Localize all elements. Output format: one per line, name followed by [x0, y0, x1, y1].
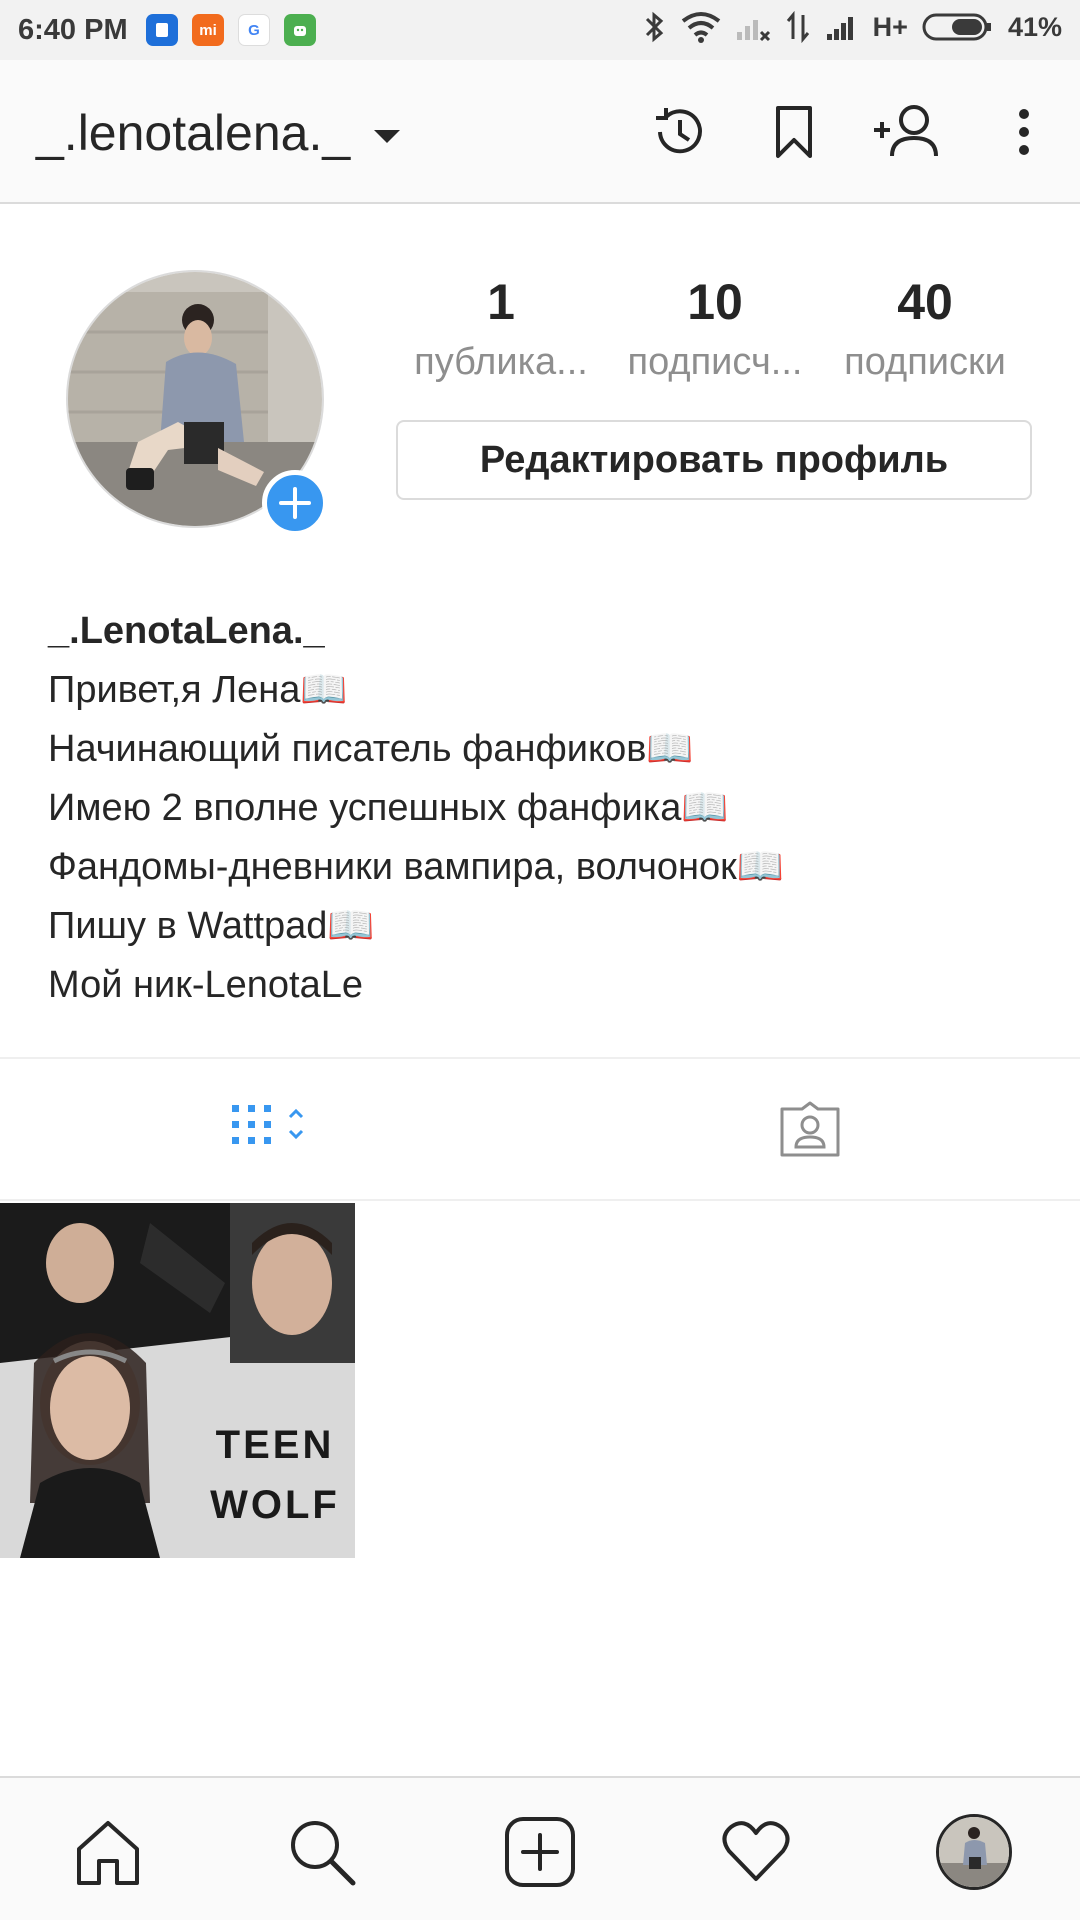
- heart-icon: [722, 1821, 790, 1881]
- nav-home[interactable]: [68, 1812, 148, 1892]
- bio-line: Начинающий писатель фанфиков📖: [48, 728, 694, 770]
- nav-activity[interactable]: [716, 1812, 796, 1892]
- post-thumbnail[interactable]: TEEN WOLF: [0, 1203, 355, 1558]
- tagged-person-icon: [780, 1101, 840, 1157]
- following-count[interactable]: 40 подписки: [820, 272, 1030, 392]
- bottom-navigation: [0, 1776, 1080, 1920]
- home-icon: [77, 1821, 139, 1885]
- following-count-label: подписки: [844, 341, 1006, 383]
- google-app-icon: G: [238, 14, 270, 46]
- followers-count[interactable]: 10 подписч...: [610, 272, 820, 392]
- followers-count-value: 10: [687, 274, 743, 330]
- plus-icon: [279, 487, 311, 519]
- bio-line: Фандомы-дневники вампира, волчонок📖: [48, 846, 785, 888]
- bio-line: Мой ник-LenotaLe: [48, 964, 363, 1006]
- profile-tabs: [0, 1059, 1080, 1201]
- battery-icon: [922, 13, 991, 41]
- signal-empty-icon: [736, 20, 770, 42]
- tab-grid[interactable]: [0, 1059, 540, 1199]
- bio-line: Пишу в Wattpad📖: [48, 905, 375, 947]
- status-app-icons: mi G: [146, 14, 316, 46]
- bio-line: Имею 2 вполне успешных фанфика📖: [48, 787, 729, 829]
- status-time: 6:40 PM: [18, 14, 128, 46]
- followers-count-label: подписч...: [627, 341, 803, 383]
- profile-header-bar: _.lenotalena._: [0, 60, 1080, 204]
- add-post-icon: [505, 1817, 575, 1887]
- network-type: H+: [872, 11, 908, 42]
- add-person-icon[interactable]: [870, 100, 942, 164]
- posts-count-value: 1: [487, 274, 515, 330]
- profile-avatar: [936, 1814, 1012, 1890]
- bio-line: Привет,я Лена📖: [48, 669, 348, 711]
- posts-count[interactable]: 1 публика...: [396, 272, 606, 392]
- history-icon[interactable]: [646, 100, 710, 164]
- profile-avatar-container[interactable]: [66, 270, 328, 536]
- search-icon: [291, 1821, 356, 1886]
- tab-tagged[interactable]: [540, 1059, 1080, 1199]
- data-transfer-icon: [786, 11, 809, 43]
- account-switcher[interactable]: _.lenotalena._: [36, 104, 401, 162]
- android-app-icon: [284, 14, 316, 46]
- chevron-down-icon: [374, 129, 401, 143]
- wifi-icon: [681, 12, 720, 43]
- post-caption-overlay: TEEN WOLF: [210, 1423, 340, 1527]
- nav-profile[interactable]: [934, 1812, 1014, 1892]
- posts-count-label: публика...: [414, 341, 588, 383]
- bookmark-icon[interactable]: [762, 100, 826, 164]
- status-right: H+ 41%: [643, 10, 1062, 44]
- grid-icon: [232, 1105, 304, 1144]
- bluetooth-icon: [645, 11, 663, 43]
- battery-percent: 41%: [1007, 11, 1062, 42]
- status-bar: 6:40 PM mi G H+ 41%: [0, 0, 1080, 60]
- profile-bio: _.LenotaLena._ Привет,я Лена📖 Начинающий…: [48, 602, 1048, 1015]
- username-title: _.lenotalena._: [36, 105, 351, 161]
- following-count-value: 40: [897, 274, 953, 330]
- nav-new-post[interactable]: [500, 1812, 580, 1892]
- edit-profile-button[interactable]: Редактировать профиль: [396, 420, 1032, 500]
- more-vertical-icon[interactable]: [1000, 100, 1048, 164]
- signal-icon: [826, 17, 853, 40]
- files-app-icon: [146, 14, 178, 46]
- mi-app-icon: mi: [192, 14, 224, 46]
- profile-display-name: _.LenotaLena._: [48, 610, 325, 652]
- add-story-button[interactable]: [262, 470, 328, 536]
- nav-search[interactable]: [282, 1812, 362, 1892]
